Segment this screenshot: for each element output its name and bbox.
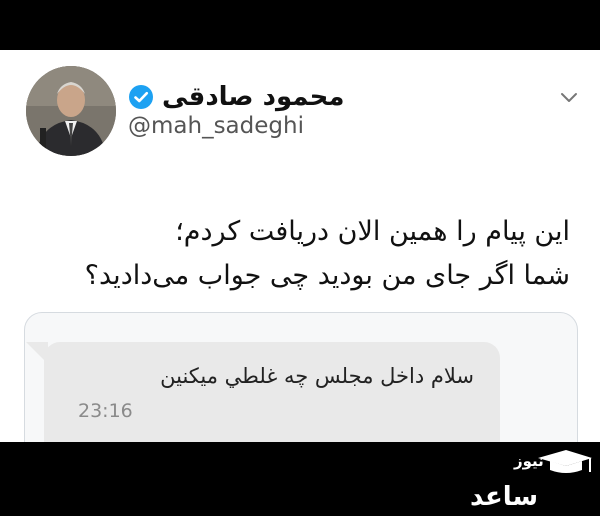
watermark-text-top: نیوز [514, 452, 544, 470]
avatar[interactable] [26, 66, 116, 156]
user-handle[interactable]: @mah_sadeghi [128, 113, 304, 139]
tweet-line-1: این پیام را همین الان دریافت کردم؛ [175, 216, 570, 247]
watermark-text-main: ساعد [470, 482, 539, 512]
chevron-down-icon[interactable] [558, 86, 580, 108]
avatar-image [26, 66, 116, 156]
message-time: 23:16 [78, 400, 133, 422]
message-bubble [44, 342, 500, 442]
tweet-line-2: شما اگر جای من بودید چی جواب می‌دادید؟ [84, 260, 570, 291]
display-name[interactable]: محمود صادقی [162, 82, 345, 112]
top-black-bar [0, 0, 600, 50]
tweet-text: این پیام را همین الان دریافت کردم؛ شما ا… [30, 210, 570, 298]
tweet-card: محمود صادقی @mah_sadeghi این پیام را همی… [0, 50, 600, 442]
verified-badge-icon [128, 84, 154, 110]
name-row: محمود صادقی [128, 77, 345, 117]
message-text: سلام داخل مجلس چه غلطي ميكنين [160, 364, 474, 388]
